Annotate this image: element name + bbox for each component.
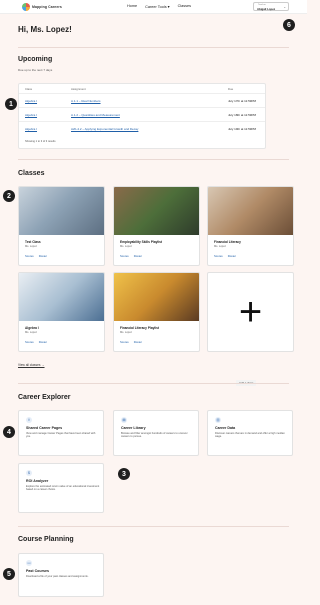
- class-title: Financial Literacy: [214, 240, 241, 244]
- scores-link[interactable]: Scores: [25, 340, 34, 344]
- row-class-link[interactable]: Algebra I: [25, 113, 37, 117]
- upcoming-title: Upcoming: [18, 56, 53, 63]
- main-nav: Home Career Tools ▾ Classes: [127, 4, 191, 9]
- account-role: Teacher: [258, 4, 266, 6]
- row-due: July 19th at 11:59PM: [228, 127, 256, 131]
- section-divider: [18, 47, 289, 48]
- class-photo: [114, 273, 199, 321]
- tool-description: Download a file of your past classes and…: [26, 575, 89, 578]
- class-card[interactable]: Algebra I Ms. Lopez Scores Roster: [18, 272, 105, 352]
- roster-link[interactable]: Roster: [134, 254, 142, 258]
- table-footer: Showing 1 to 3 of 3 results: [25, 140, 56, 143]
- tool-description: View and manage Career Pages that have b…: [26, 432, 96, 439]
- nav-classes[interactable]: Classes: [178, 4, 192, 9]
- scores-link[interactable]: Scores: [214, 254, 223, 258]
- chevron-down-icon: ⌄: [283, 5, 286, 9]
- dollar-icon: $: [26, 470, 32, 476]
- chart-icon: ▥: [215, 417, 221, 423]
- brand-mark-icon: [22, 3, 30, 11]
- row-due: July 17th at 11:59PM: [228, 99, 256, 103]
- roster-link[interactable]: Roster: [228, 254, 236, 258]
- tool-title: Career Library: [121, 426, 146, 430]
- class-card[interactable]: Employability Skills Playlist Ms. Lopez …: [113, 186, 200, 266]
- classes-title: Classes: [18, 170, 45, 177]
- scores-link[interactable]: Scores: [120, 254, 129, 258]
- tool-description: Discover careers that are in demand and …: [215, 432, 285, 439]
- class-photo: [208, 187, 293, 235]
- brand-logo[interactable]: Mapping Careers: [22, 3, 62, 11]
- career-explorer-title: Career Explorer: [18, 394, 71, 401]
- row-due: July 18th at 11:59PM: [228, 113, 256, 117]
- callout-badge-4: 4: [3, 426, 15, 438]
- scores-link[interactable]: Scores: [120, 340, 129, 344]
- plus-icon: +: [238, 289, 263, 334]
- row-assignment-link[interactable]: A.1.1 – Real Numbers: [71, 99, 101, 103]
- nav-home[interactable]: Home: [127, 4, 137, 9]
- add-class-card[interactable]: +: [207, 272, 294, 352]
- book-icon: ▤: [121, 417, 127, 423]
- class-owner: Ms. Lopez: [25, 331, 37, 334]
- class-card[interactable]: Financial Literacy Ms. Lopez Scores Roste…: [207, 186, 294, 266]
- callout-badge-1: 1: [5, 98, 17, 110]
- section-divider: [18, 159, 289, 160]
- class-card[interactable]: Financial Literacy Playlist Ms. Lopez Sc…: [113, 272, 200, 352]
- tool-title: Past Courses: [26, 569, 49, 573]
- roster-link[interactable]: Roster: [134, 340, 142, 344]
- tool-title: Career Data: [215, 426, 236, 430]
- col-header-assignment: Assignment: [71, 87, 86, 91]
- scores-link[interactable]: Scores: [25, 254, 34, 258]
- class-photo: [19, 273, 104, 321]
- view-all-classes-link[interactable]: View all classes →: [18, 363, 45, 367]
- class-owner: Ms. Lopez: [25, 245, 37, 248]
- tool-title: Shared Career Pages: [26, 426, 63, 430]
- class-title: Employability Skills Playlist: [120, 240, 162, 244]
- class-owner: Ms. Lopez: [120, 331, 132, 334]
- row-assignment-link[interactable]: A.1.2 – Quantities and Measurement: [71, 113, 120, 117]
- account-name: Abigail Lopez: [257, 7, 276, 11]
- share-icon: ⇪: [26, 417, 32, 423]
- tool-card-roi-analyzer[interactable]: $ ROI Analyzer Explore the estimated ret…: [18, 463, 104, 513]
- tool-card-shared-career-pages[interactable]: ⇪ Shared Career Pages View and manage Ca…: [18, 410, 104, 456]
- account-menu[interactable]: Teacher Abigail Lopez ⌄: [253, 2, 289, 11]
- tool-card-past-courses[interactable]: ▭ Past Courses Download a file of your p…: [18, 553, 104, 597]
- callout-badge-2: 2: [3, 190, 15, 202]
- col-header-class: Class: [25, 87, 32, 91]
- callout-badge-6: 6: [283, 19, 295, 31]
- callout-badge-3: 3: [118, 468, 130, 480]
- row-assignment-link[interactable]: A2b-4.2 – Applying Exponential Growth an…: [71, 127, 138, 131]
- tool-description: Browse and filter amongst hundreds of ca…: [121, 432, 188, 439]
- course-planning-title: Course Planning: [18, 536, 74, 543]
- class-title: Financial Literacy Playlist: [120, 326, 159, 330]
- top-nav-bar: Mapping Careers Home Career Tools ▾ Clas…: [0, 0, 307, 14]
- tool-card-career-library[interactable]: ▤ Career Library Browse and filter among…: [113, 410, 199, 456]
- table-row: Algebra I A2b-4.2 – Applying Exponential…: [19, 121, 265, 135]
- class-owner: Ms. Lopez: [120, 245, 132, 248]
- page-title: Hi, Ms. Lopez!: [18, 25, 72, 34]
- class-title: Test Class: [25, 240, 41, 244]
- row-class-link[interactable]: Algebra I: [25, 127, 37, 131]
- table-row: Algebra I A.1.2 – Quantities and Measure…: [19, 107, 265, 121]
- section-divider: [18, 526, 289, 527]
- col-header-due: Due: [228, 87, 234, 91]
- tool-description: Explore the estimated return value of an…: [26, 485, 100, 492]
- nav-career-tools[interactable]: Career Tools ▾: [145, 4, 169, 9]
- upcoming-subtitle: Due up to the next 7 days: [18, 68, 53, 72]
- class-photo: [19, 187, 104, 235]
- roster-link[interactable]: Roster: [39, 254, 47, 258]
- table-row: Algebra I A.1.1 – Real Numbers July 17th…: [19, 93, 265, 107]
- callout-badge-5: 5: [3, 568, 15, 580]
- row-class-link[interactable]: Algebra I: [25, 99, 37, 103]
- document-icon: ▭: [26, 560, 32, 566]
- class-owner: Ms. Lopez: [214, 245, 226, 248]
- brand-name: Mapping Careers: [32, 5, 62, 9]
- class-title: Algebra I: [25, 326, 39, 330]
- class-card[interactable]: Test Class Ms. Lopez Scores Roster: [18, 186, 105, 266]
- tool-title: ROI Analyzer: [26, 479, 49, 483]
- class-photo: [114, 187, 199, 235]
- upcoming-table: Class Assignment Due Algebra I A.1.1 – R…: [18, 83, 266, 149]
- tool-card-career-data[interactable]: ▥ Career Data Discover careers that are …: [207, 410, 293, 456]
- section-divider: [18, 383, 289, 384]
- roster-link[interactable]: Roster: [39, 340, 47, 344]
